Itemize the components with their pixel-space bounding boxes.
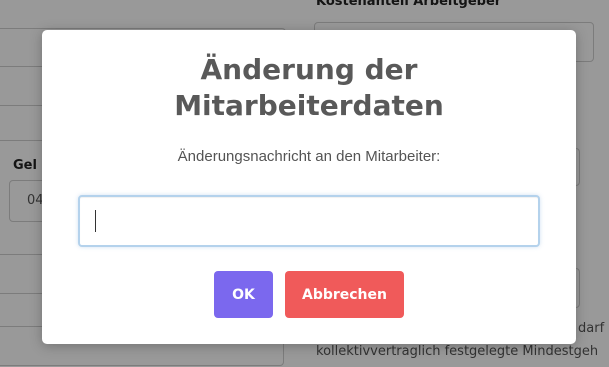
ok-button[interactable]: OK [214, 271, 273, 318]
change-message-input[interactable] [78, 195, 540, 247]
dialog-title: Änderung der Mitarbeiterdaten [42, 52, 576, 124]
dialog-title-line1: Änderung der [200, 53, 418, 86]
text-caret [95, 210, 96, 232]
dialog-title-line2: Mitarbeiterdaten [174, 89, 444, 122]
dialog-message: Änderungsnachricht an den Mitarbeiter: [177, 148, 441, 165]
cancel-button[interactable]: Abbrechen [285, 271, 404, 318]
change-dialog: Änderung der Mitarbeiterdaten Änderungsn… [42, 30, 576, 344]
